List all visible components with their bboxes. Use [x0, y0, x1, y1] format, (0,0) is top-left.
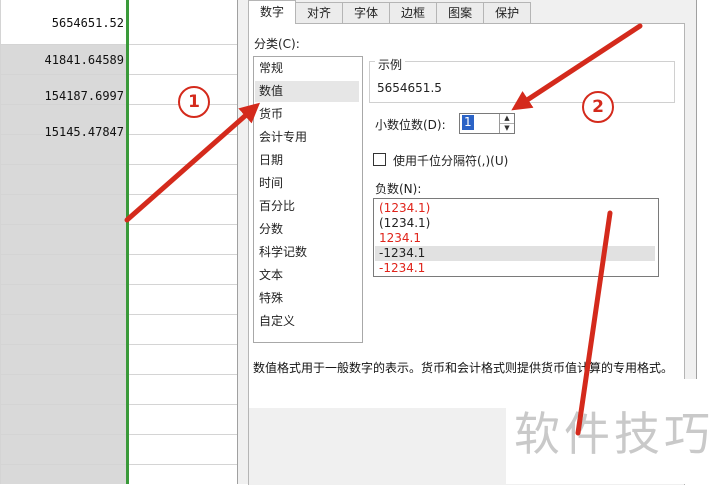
grid-line [0, 164, 240, 165]
category-item-general[interactable]: 常规 [255, 58, 359, 79]
thousands-separator-label[interactable]: 使用千位分隔符(,)(U) [393, 152, 508, 169]
grid-line [0, 254, 240, 255]
grid-line [0, 224, 240, 225]
tab-alignment[interactable]: 对齐 [295, 2, 344, 24]
category-item-currency[interactable]: 货币 [255, 104, 359, 125]
spin-buttons: ▲ ▼ [499, 114, 514, 133]
grid-line [0, 344, 240, 345]
tab-bar: 数字 对齐 字体 边框 图案 保护 [248, 0, 532, 24]
spin-down-icon[interactable]: ▼ [500, 124, 514, 133]
negative-numbers-list[interactable]: (1234.1) (1234.1) 1234.1 -1234.1 -1234.1 [373, 198, 659, 277]
decimal-places-stepper[interactable]: 1 ▲ ▼ [459, 113, 515, 134]
category-item-accounting[interactable]: 会计专用 [255, 127, 359, 148]
decimal-places-value[interactable]: 1 [462, 115, 474, 130]
negative-numbers-label: 负数(N): [375, 182, 422, 196]
category-list[interactable]: 常规 数值 货币 会计专用 日期 时间 百分比 分数 科学记数 文本 特殊 自定… [253, 56, 363, 343]
cell-value[interactable]: 41841.64589 [0, 53, 124, 67]
negative-option[interactable]: -1234.1 [375, 246, 655, 261]
grid-line [0, 284, 240, 285]
category-item-time[interactable]: 时间 [255, 173, 359, 194]
column-selection-border [126, 0, 129, 484]
selected-column[interactable] [0, 0, 127, 484]
category-label: 分类(C): [254, 37, 300, 51]
category-item-percentage[interactable]: 百分比 [255, 196, 359, 217]
tab-pattern[interactable]: 图案 [436, 2, 485, 24]
tab-protection[interactable]: 保护 [483, 2, 532, 24]
thousands-separator-checkbox[interactable] [373, 153, 386, 166]
grid-line [0, 464, 240, 465]
grid-line [0, 374, 240, 375]
negative-option[interactable]: 1234.1 [375, 231, 655, 246]
category-item-custom[interactable]: 自定义 [255, 311, 359, 332]
grid-line [0, 434, 240, 435]
category-item-text[interactable]: 文本 [255, 265, 359, 286]
tab-border[interactable]: 边框 [389, 2, 438, 24]
grid-line [0, 194, 240, 195]
format-description: 数值格式用于一般数字的表示。货币和会计格式则提供货币值计算的专用格式。 [253, 361, 674, 375]
negative-option[interactable]: (1234.1) [375, 216, 655, 231]
step-badge-1: 1 [178, 86, 210, 118]
step-badge-2: 2 [582, 91, 614, 123]
sample-label: 示例 [375, 56, 406, 73]
tab-font[interactable]: 字体 [342, 2, 391, 24]
grid-line [0, 0, 1, 484]
grid-line [0, 74, 240, 75]
cell-value[interactable]: 154187.6997 [0, 89, 124, 103]
negative-option[interactable]: -1234.1 [375, 261, 655, 276]
category-item-special[interactable]: 特殊 [255, 288, 359, 309]
category-item-fraction[interactable]: 分数 [255, 219, 359, 240]
category-item-number[interactable]: 数值 [255, 81, 359, 102]
watermark-text: 软件技巧 [514, 407, 714, 461]
cell-value[interactable]: 15145.47847 [0, 125, 124, 139]
decimal-places-label: 小数位数(D): [375, 118, 446, 132]
spin-up-icon[interactable]: ▲ [500, 114, 514, 124]
category-item-date[interactable]: 日期 [255, 150, 359, 171]
grid-line [0, 314, 240, 315]
tab-number[interactable]: 数字 [248, 0, 297, 24]
category-item-scientific[interactable]: 科学记数 [255, 242, 359, 263]
grid-line [0, 44, 240, 45]
sample-value: 5654651.5 [377, 81, 442, 95]
negative-option[interactable]: (1234.1) [375, 201, 655, 216]
grid-line [0, 404, 240, 405]
cell-value[interactable]: 5654651.52 [0, 16, 124, 30]
